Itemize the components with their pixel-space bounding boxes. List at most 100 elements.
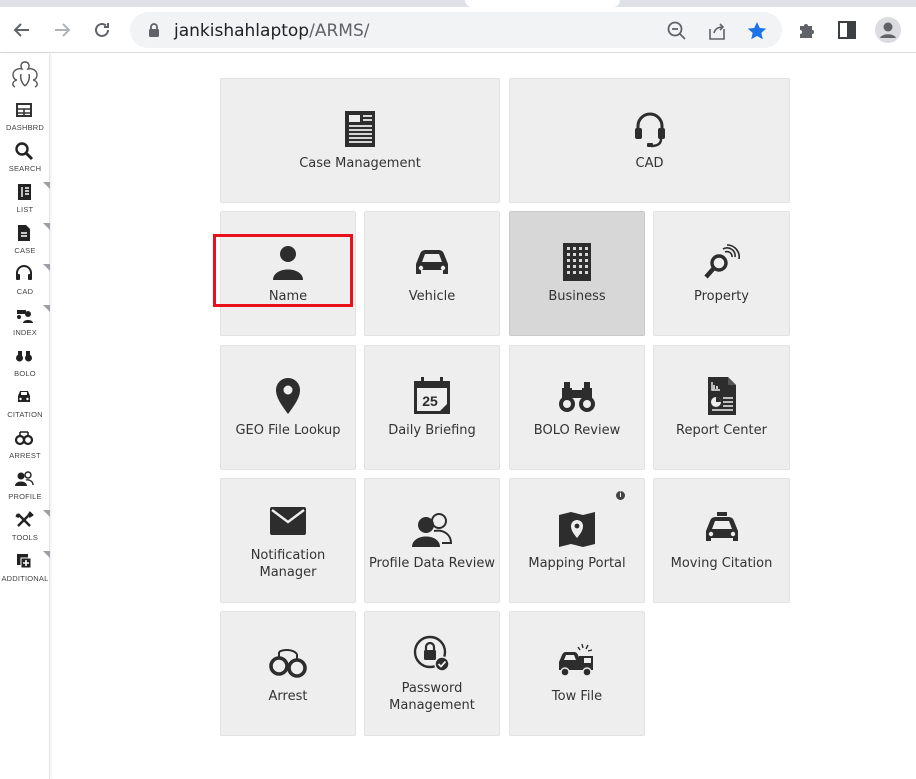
tile-moving-citation[interactable]: Moving Citation — [653, 478, 790, 603]
tile-geo-file-lookup[interactable]: GEO File Lookup — [220, 345, 356, 470]
binoculars-icon — [16, 351, 32, 362]
calendar-day-number: 25 — [422, 393, 438, 409]
users-icon — [15, 471, 34, 486]
tile-label-name: Name — [268, 289, 308, 304]
map-icon — [559, 512, 595, 547]
sidebar-label-dashboard: DASHBRD — [5, 123, 45, 132]
reload-icon — [95, 22, 109, 37]
sidebar-label-profile: PROFILE — [8, 492, 42, 501]
url-text: jankishahlaptop/ARMS/ — [174, 21, 369, 41]
submenu-indicator-icon — [43, 223, 50, 230]
address-bar[interactable]: jankishahlaptop/ARMS/ — [130, 12, 782, 48]
tile-cad[interactable]: CAD — [509, 78, 790, 203]
sidebar-item-search[interactable]: SEARCH — [0, 139, 50, 180]
tile-label-mapping-portal: Mapping Portal — [528, 556, 626, 571]
tile-label-arrest: Arrest — [268, 689, 308, 704]
tile-label-business: Business — [548, 289, 606, 304]
car-icon — [18, 391, 30, 402]
tile-mapping-portal[interactable]: i Mapping Portal — [509, 478, 645, 603]
tile-label-report-center: Report Center — [676, 423, 767, 438]
tile-vehicle[interactable]: Vehicle — [364, 211, 500, 336]
car-icon — [416, 250, 448, 274]
url-host: jankishahlaptop — [174, 21, 310, 41]
sidebar-label-bolo: BOLO — [14, 369, 36, 378]
bookmark-star-icon[interactable] — [746, 20, 768, 42]
side-panel-icon[interactable] — [836, 19, 858, 41]
tile-report-center[interactable]: Report Center — [653, 345, 790, 470]
zoom-out-icon[interactable] — [666, 20, 688, 42]
tile-bolo-review[interactable]: BOLO Review — [509, 345, 645, 470]
tile-business[interactable]: Business — [509, 211, 645, 336]
tile-property[interactable]: Property — [653, 211, 790, 336]
headset-icon — [16, 265, 32, 280]
tile-label-daily-briefing: Daily Briefing — [388, 423, 476, 438]
building-icon — [563, 243, 591, 281]
sidebar-item-profile[interactable]: PROFILE — [0, 467, 50, 508]
tile-label-case-management: Case Management — [299, 156, 421, 171]
document-icon — [18, 225, 30, 241]
tile-tow-file[interactable]: Tow File — [509, 611, 645, 736]
tile-case-management[interactable]: Case Management — [220, 78, 500, 203]
envelope-icon — [270, 506, 306, 535]
reload-button[interactable] — [86, 14, 118, 46]
tow-truck-icon — [559, 643, 593, 677]
tab-strip — [0, 0, 916, 7]
tile-arrest[interactable]: Arrest — [220, 611, 356, 736]
tile-label-notification-manager: Notification Manager — [250, 547, 326, 580]
tile-profile-data-review[interactable]: Profile Data Review — [364, 478, 500, 603]
sidebar-item-citation[interactable]: CITATION — [0, 385, 50, 426]
tile-daily-briefing[interactable]: 25 Daily Briefing — [364, 345, 500, 470]
report-document-icon — [707, 377, 736, 415]
sidebar-label-search: SEARCH — [8, 164, 42, 173]
arms-logo-icon — [12, 61, 38, 88]
password-lock-icon — [413, 635, 450, 672]
browser-toolbar: jankishahlaptop/ARMS/ — [0, 7, 916, 53]
tile-label-moving-citation: Moving Citation — [670, 556, 773, 571]
users-icon — [412, 513, 452, 547]
sidebar-item-tools[interactable]: TOOLS — [0, 508, 50, 549]
person-icon — [273, 246, 303, 280]
lock-icon — [149, 23, 159, 37]
tile-label-property: Property — [693, 289, 749, 304]
forward-button[interactable] — [46, 14, 78, 46]
share-icon[interactable] — [706, 20, 728, 42]
sidebar-label-index: INDEX — [13, 328, 37, 337]
extensions-puzzle-icon[interactable] — [796, 19, 818, 41]
profile-avatar-icon[interactable] — [875, 17, 901, 43]
sidebar-item-bolo[interactable]: BOLO — [0, 344, 50, 385]
add-box-icon — [17, 554, 32, 569]
submenu-indicator-icon — [43, 551, 50, 558]
sidebar-label-additional: ADDITIONAL — [1, 574, 49, 583]
tile-password-management[interactable]: Password Management — [364, 611, 500, 736]
sidebar-item-case[interactable]: CASE — [0, 221, 50, 262]
submenu-indicator-icon — [43, 264, 50, 271]
police-car-icon — [705, 512, 738, 541]
sidebar-label-list: LIST — [16, 205, 34, 214]
sidebar-item-dashboard[interactable]: DASHBRD — [0, 98, 50, 139]
submenu-indicator-icon — [43, 182, 50, 189]
handcuffs-icon — [14, 431, 34, 446]
sidebar-item-list[interactable]: LIST — [0, 180, 50, 221]
tile-name[interactable]: Name — [220, 211, 356, 336]
calendar-icon: 25 — [414, 377, 450, 414]
submenu-indicator-icon — [43, 510, 50, 517]
url-path: /ARMS/ — [309, 21, 370, 41]
sidebar-item-arrest[interactable]: ARREST — [0, 426, 50, 467]
sidebar-item-additional[interactable]: ADDITIONAL — [0, 549, 50, 590]
search-icon — [15, 142, 34, 161]
binoculars-icon — [559, 382, 595, 412]
tile-label-profile-data-review: Profile Data Review — [368, 556, 496, 571]
sidebar-label-citation: CITATION — [7, 410, 43, 419]
case-document-icon — [345, 111, 375, 147]
back-button[interactable] — [6, 14, 38, 46]
active-tab[interactable] — [465, 0, 620, 7]
forward-arrow-icon — [55, 23, 71, 37]
back-arrow-icon — [13, 23, 29, 37]
tile-label-cad: CAD — [635, 156, 664, 171]
headset-icon — [634, 112, 665, 148]
sidebar-item-cad[interactable]: CAD — [0, 262, 50, 303]
tile-notification-manager[interactable]: Notification Manager — [220, 478, 356, 603]
sidebar-item-index[interactable]: INDEX — [0, 303, 50, 344]
info-icon[interactable]: i — [616, 491, 625, 500]
map-pin-icon — [276, 378, 300, 414]
